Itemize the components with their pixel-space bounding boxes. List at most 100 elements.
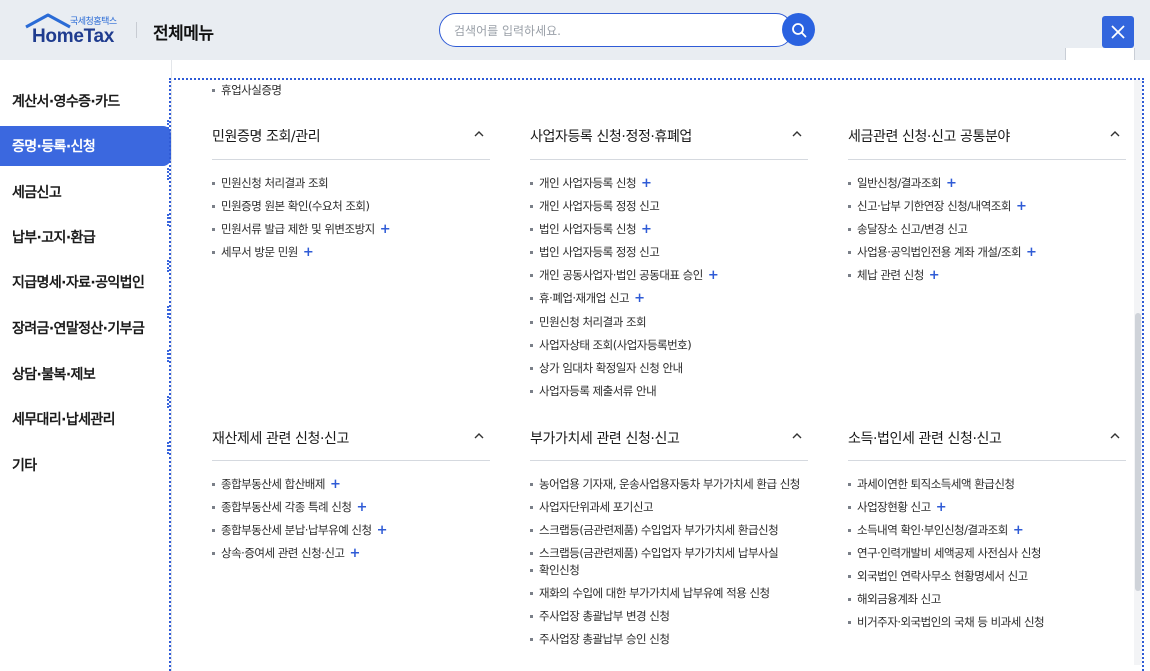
menu-link[interactable]: 주사업장 총괄납부 변경 신청 [529, 608, 670, 624]
menu-link-label: 송달장소 신고/변경 신고 [857, 222, 968, 236]
menu-link[interactable]: 과세이연한 퇴직소득세액 환급신청 [848, 476, 1015, 492]
expand-plus-icon[interactable]: + [641, 222, 652, 237]
menu-link[interactable]: 비거주자·외국법인의 국채 등 비과세 신청 [847, 614, 1045, 630]
expand-plus-icon[interactable]: + [634, 291, 645, 306]
menu-link-label: 사업자상태 조회(사업자등록번호) [539, 338, 692, 352]
section-divider [530, 460, 808, 461]
menu-link[interactable]: 민원신청 처리결과 조회 [529, 314, 647, 330]
menu-link[interactable]: 종합부동산세 합산배제 + [211, 476, 341, 493]
expand-plus-icon[interactable]: + [641, 176, 652, 191]
section-title-common-tax[interactable]: 세금관련 신청·신고 공통분야 [848, 126, 1010, 146]
sidebar-item-invoice[interactable]: 계산서·영수증·카드 [0, 81, 172, 121]
menu-link[interactable]: 개인 사업자등록 정정 신고 [529, 198, 660, 214]
menu-link-label: 확인신청 [539, 563, 580, 577]
expand-plus-icon[interactable]: + [946, 176, 957, 191]
menu-link[interactable]: 법인 사업자등록 정정 신고 [529, 244, 660, 260]
menu-link-label: 세무서 방문 민원 [221, 245, 298, 259]
menu-link[interactable]: 사업장현황 신고 + [847, 499, 947, 516]
menu-link[interactable]: 체납 관련 신청 + [847, 267, 940, 284]
sidebar-item-certificates[interactable]: 증명·등록·신청 [0, 126, 171, 166]
menu-link[interactable]: 신고·납부 기한연장 신청/내역조회 + [847, 198, 1027, 215]
menu-link[interactable]: 사업용·공익법인전용 계좌 개설/조회 + [847, 244, 1037, 261]
menu-link-label: 법인 사업자등록 신청 [539, 222, 637, 236]
search-button[interactable] [782, 13, 815, 46]
section-title-vat[interactable]: 부가가치세 관련 신청·신고 [530, 428, 680, 448]
menu-link[interactable]: 농어업용 기자재, 운송사업용자동차 부가가치세 환급 신청 [530, 476, 800, 492]
expand-plus-icon[interactable]: + [936, 500, 947, 515]
sidebar: 계산서·영수증·카드 증명·등록·신청 세금신고 납부·고지·환급 지급명세·자… [0, 60, 172, 671]
menu-link[interactable]: 일반신청/결과조회 + [847, 175, 957, 192]
menu-link[interactable]: 상속·증여세 관련 신청·신고 + [212, 545, 361, 562]
chevron-up-icon[interactable] [473, 430, 485, 442]
menu-link-label: 민원서류 발급 제한 및 위변조방지 [221, 222, 375, 236]
chevron-up-icon[interactable] [791, 128, 803, 140]
search-input[interactable] [454, 22, 774, 40]
expand-plus-icon[interactable]: + [1013, 523, 1024, 538]
menu-link[interactable]: 법인 사업자등록 신청 + [529, 221, 652, 238]
menu-link[interactable]: 종합부동산세 분납·납부유예 신청 + [212, 522, 388, 539]
menu-link[interactable]: 사업자등록 제출서류 안내 [529, 383, 657, 399]
section-title-business-registration[interactable]: 사업자등록 신청·정정·휴폐업 [530, 126, 692, 146]
section-title-property-tax[interactable]: 재산제세 관련 신청·신고 [212, 428, 349, 448]
expand-plus-icon[interactable]: + [1016, 199, 1027, 214]
search-icon [791, 22, 806, 37]
menu-link[interactable]: 사업자단위과세 포기신고 [529, 499, 654, 515]
expand-plus-icon[interactable]: + [377, 523, 388, 538]
expand-plus-icon[interactable]: + [708, 268, 719, 283]
menu-link[interactable]: 스크랩등(금관련제품) 수입업자 부가가치세 납부사실 [529, 545, 779, 561]
menu-link[interactable]: 민원서류 발급 제한 및 위변조방지 + [211, 221, 391, 238]
scrollbar-thumb[interactable] [1135, 313, 1141, 591]
menu-link[interactable]: 세무서 방문 민원 + [211, 244, 314, 261]
menu-link-label: 법인 사업자등록 정정 신고 [539, 245, 660, 259]
menu-link[interactable]: 연구·인력개발비 세액공제 사전심사 신청 [848, 545, 1041, 561]
menu-link[interactable]: 민원증명 원본 확인(수요처 조회) [211, 198, 370, 214]
logo-wordmark: HomeTax [32, 26, 115, 47]
menu-link[interactable]: 휴·폐업·재개업 신고 + [530, 290, 645, 307]
menu-link[interactable]: 해외금융계좌 신고 [848, 591, 941, 607]
chevron-up-icon[interactable] [1109, 128, 1121, 140]
menu-link[interactable]: 상가 임대차 확정일자 신청 안내 [530, 360, 683, 376]
menu-link-label: 민원증명 원본 확인(수요처 조회) [221, 199, 370, 213]
expand-plus-icon[interactable]: + [1026, 245, 1037, 260]
menu-link-label: 민원신청 처리결과 조회 [539, 315, 647, 329]
sidebar-item-statements[interactable]: 지급명세·자료·공익법인 [0, 262, 172, 302]
section-title-income-corp-tax[interactable]: 소득·법인세 관련 신청·신고 [848, 428, 1002, 448]
sidebar-item-consultation[interactable]: 상담·불복·제보 [0, 354, 172, 394]
menu-link[interactable]: 외국법인 연락사무소 현황명세서 신고 [848, 568, 1028, 584]
menu-link[interactable]: 사업자상태 조회(사업자등록번호) [529, 337, 692, 353]
menu-link-closure-cert[interactable]: 휴업사실증명 [211, 82, 282, 98]
header-divider [136, 22, 137, 38]
menu-link[interactable]: 소득내역 확인·부인신청/결과조회 + [847, 522, 1024, 539]
sidebar-item-tax-agent[interactable]: 세무대리·납세관리 [0, 399, 172, 439]
menu-link[interactable]: 개인 공동사업자·법인 공동대표 승인 + [529, 267, 719, 284]
menu-link[interactable]: 송달장소 신고/변경 신고 [848, 221, 968, 237]
chevron-up-icon[interactable] [1109, 430, 1121, 442]
menu-link[interactable]: 스크랩등(금관련제품) 수입업자 부가가치세 환급신청 [529, 522, 779, 538]
menu-link-continued[interactable]: 확인신청 [529, 562, 580, 578]
menu-link-label: 상가 임대차 확정일자 신청 안내 [539, 361, 683, 375]
menu-link[interactable]: 민원신청 처리결과 조회 [211, 175, 329, 191]
menu-link-label: 해외금융계좌 신고 [857, 592, 941, 606]
section-title-civil-cert[interactable]: 민원증명 조회/관리 [212, 126, 321, 146]
expand-plus-icon[interactable]: + [303, 245, 314, 260]
close-button[interactable] [1102, 16, 1134, 48]
expand-plus-icon[interactable]: + [350, 546, 361, 561]
menu-link[interactable]: 개인 사업자등록 신청 + [529, 175, 652, 192]
menu-link[interactable]: 주사업장 총괄납부 승인 신청 [529, 631, 670, 647]
sidebar-item-payment[interactable]: 납부·고지·환급 [0, 217, 172, 257]
menu-link-label: 사업장현황 신고 [857, 500, 931, 514]
expand-plus-icon[interactable]: + [380, 222, 391, 237]
top-header: 국세청홈택스 HomeTax 전체메뉴 [0, 0, 1150, 60]
menu-link[interactable]: 종합부동산세 각종 특례 신청 + [212, 499, 367, 516]
chevron-up-icon[interactable] [473, 128, 485, 140]
chevron-up-icon[interactable] [791, 430, 803, 442]
sidebar-item-etc[interactable]: 기타 [0, 445, 172, 485]
sidebar-item-tax-return[interactable]: 세금신고 [0, 172, 172, 212]
menu-link[interactable]: 재화의 수입에 대한 부가가치세 납부유예 적용 신청 [530, 585, 770, 601]
expand-plus-icon[interactable]: + [330, 477, 341, 492]
expand-plus-icon[interactable]: + [356, 500, 367, 515]
expand-plus-icon[interactable]: + [929, 268, 940, 283]
menu-link-label: 사업용·공익법인전용 계좌 개설/조회 [857, 245, 1022, 259]
hometax-logo[interactable]: 국세청홈택스 HomeTax [22, 13, 122, 47]
sidebar-item-incentives[interactable]: 장려금·연말정산·기부금 [0, 308, 172, 348]
